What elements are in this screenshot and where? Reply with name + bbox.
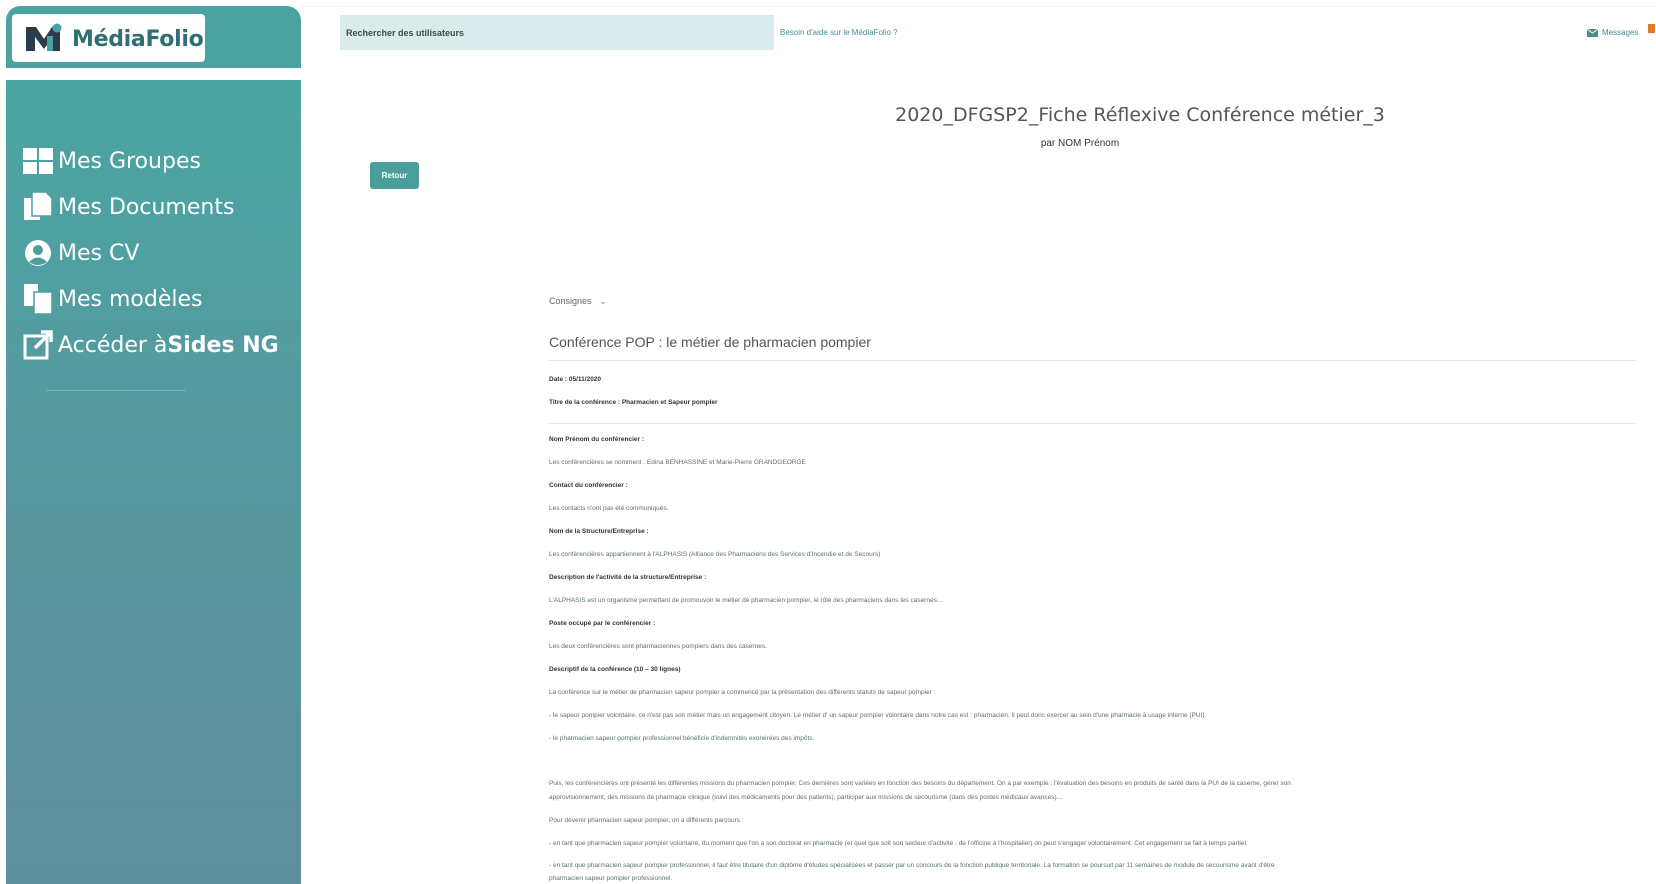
search-users-input[interactable]	[340, 15, 774, 50]
templates-icon	[22, 283, 54, 315]
text-line: La conférence sur le métier de pharmacie…	[549, 689, 936, 696]
back-button[interactable]: Retour	[370, 162, 419, 189]
help-link[interactable]: Besoin d'aide sur le MédiaFolio ?	[780, 28, 898, 37]
messages-label: Messages	[1602, 28, 1639, 37]
sidebar-item-label: Mes CV	[58, 240, 140, 266]
sidebar-item-label: Mes modèles	[58, 286, 203, 312]
mediafolio-logo-icon	[26, 23, 62, 51]
messages-link[interactable]: Messages	[1587, 28, 1638, 37]
external-link-icon	[22, 329, 54, 361]
text-line: - en tant que pharmacien sapeur pompier …	[549, 862, 1275, 869]
text-line: - en tant que pharmacien sapeur pompier …	[549, 840, 1248, 847]
text-line: Titre de la conférence : Pharmacien et S…	[549, 399, 718, 406]
sidebar-item-label: Mes Documents	[58, 194, 235, 220]
page-title: 2020_DFGSP2_Fiche Réflexive Conférence m…	[895, 104, 1385, 126]
text-line: Nom Prénom du conférencier :	[549, 436, 644, 443]
text-line: Pour devenir pharmacien sapeur pompier, …	[549, 817, 744, 824]
sidebar-item-label: Accéder à	[58, 332, 168, 358]
documents-icon	[22, 191, 54, 223]
text-line: - le sapeur pompier volontaire, ce n'est…	[549, 712, 1207, 719]
content-divider	[549, 423, 1636, 424]
top-divider	[300, 6, 1656, 7]
text-line: pharmacien sapeur pompier professionnel.	[549, 875, 673, 882]
chevron-down-icon: ⌄	[599, 296, 608, 306]
consignes-toggle[interactable]: Consignes ⌄	[549, 296, 607, 307]
text-line: Descriptif de la conférence (10 – 30 lig…	[549, 666, 681, 673]
app-name: MédiaFolio	[72, 27, 204, 52]
sidebar-item-mes-modeles[interactable]: Mes modèles	[22, 276, 279, 322]
page-author: par NOM Prénom	[1040, 138, 1120, 149]
sidebar-item-sides-ng[interactable]: Accéder à Sides NG	[22, 322, 279, 368]
sidebar-item-label: Mes Groupes	[58, 148, 201, 174]
text-line: Date : 05/11/2020	[549, 376, 602, 383]
text-line: - le pharmacien sapeur pompier professio…	[549, 735, 815, 742]
sidebar-divider	[46, 390, 186, 391]
sidebar-item-label-bold: Sides NG	[167, 332, 279, 358]
envelope-icon	[1587, 28, 1598, 37]
notification-badge[interactable]	[1648, 24, 1655, 33]
logo-band: MédiaFolio	[6, 6, 301, 68]
sidebar-item-mes-cv[interactable]: Mes CV	[22, 230, 279, 276]
logo[interactable]: MédiaFolio	[12, 14, 205, 62]
consignes-label: Consignes	[549, 296, 592, 306]
text-line: Nom de la Structure/Entreprise :	[549, 528, 649, 535]
text-line: Les contacts n'ont pas été communiqués.	[549, 505, 669, 512]
text-line: approvisionnement, des missions de pharm…	[549, 794, 1063, 801]
user-circle-icon	[22, 237, 54, 269]
text-line: L'ALPHASIS est un organisme permettant d…	[549, 597, 943, 604]
sidebar: MédiaFolio Mes Groupes Mes Documents Mes…	[6, 6, 301, 884]
text-line: Contact du conférencier :	[549, 482, 628, 489]
text-line: Puis, les conférencières ont présenté le…	[549, 780, 1291, 787]
text-line: Les deux conférencières sont pharmacienn…	[549, 643, 767, 650]
text-line: Description de l'activité de la structur…	[549, 574, 707, 581]
grid-icon	[22, 145, 54, 177]
text-line: Les conférencières se nomment : Edina BE…	[549, 459, 806, 466]
section-title: Conférence POP : le métier de pharmacien…	[549, 334, 871, 350]
text-line: Les conférencières appartiennent à l'ALP…	[549, 551, 881, 558]
section-divider	[549, 360, 1636, 361]
sidebar-item-mes-groupes[interactable]: Mes Groupes	[22, 138, 279, 184]
sidebar-menu: Mes Groupes Mes Documents Mes CV Mes mod…	[22, 138, 279, 368]
text-line: Poste occupé par le conférencier :	[549, 620, 656, 627]
sidebar-item-mes-documents[interactable]: Mes Documents	[22, 184, 279, 230]
sidebar-gap	[6, 68, 301, 80]
